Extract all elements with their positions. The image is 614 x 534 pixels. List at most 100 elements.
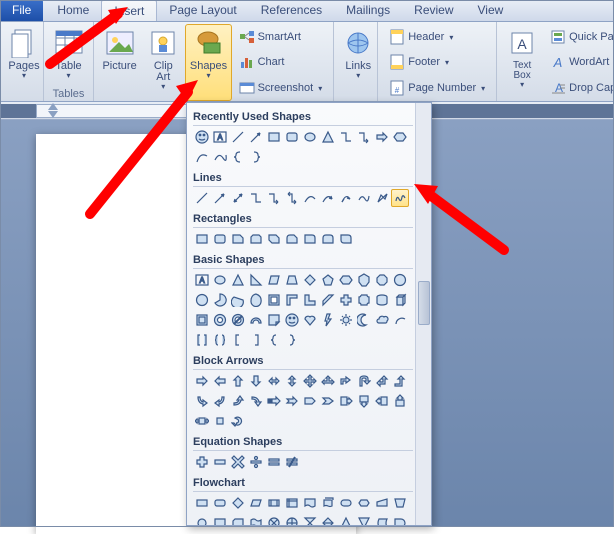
arrow-circular[interactable] bbox=[229, 412, 247, 430]
line-curved-arrow[interactable] bbox=[319, 189, 337, 207]
basic-block-arc[interactable] bbox=[247, 311, 265, 329]
basic-triangle[interactable] bbox=[229, 271, 247, 289]
shape-brace-left[interactable] bbox=[229, 148, 247, 166]
basic-arc[interactable] bbox=[391, 311, 409, 329]
eq-plus[interactable] bbox=[193, 453, 211, 471]
flow-decision[interactable] bbox=[229, 494, 247, 512]
line-curved-double-arrow[interactable] bbox=[337, 189, 355, 207]
rect-snip2-diag[interactable] bbox=[265, 230, 283, 248]
screenshot-button[interactable]: Screenshot bbox=[236, 78, 326, 98]
basic-l-shape[interactable] bbox=[301, 291, 319, 309]
arrow-right-callout[interactable] bbox=[337, 392, 355, 410]
shape-connector-elbow[interactable] bbox=[337, 128, 355, 146]
arrow-left-up[interactable] bbox=[373, 372, 391, 390]
rect-round2-same[interactable] bbox=[319, 230, 337, 248]
line-curved[interactable] bbox=[301, 189, 319, 207]
shape-brace-right[interactable] bbox=[247, 148, 265, 166]
basic-plus[interactable] bbox=[337, 291, 355, 309]
tab-page-layout[interactable]: Page Layout bbox=[157, 0, 248, 21]
basic-double-bracket[interactable] bbox=[193, 331, 211, 349]
tab-view[interactable]: View bbox=[466, 0, 516, 21]
basic-folded-corner[interactable] bbox=[265, 311, 283, 329]
shape-triangle[interactable] bbox=[319, 128, 337, 146]
flow-connector[interactable] bbox=[193, 514, 211, 526]
tab-references[interactable]: References bbox=[249, 0, 334, 21]
eq-multiply[interactable] bbox=[229, 453, 247, 471]
flow-delay[interactable] bbox=[391, 514, 409, 526]
shapes-scrollbar[interactable] bbox=[415, 103, 431, 525]
flow-manual-op[interactable] bbox=[391, 494, 409, 512]
line-elbow-double-arrow[interactable] bbox=[283, 189, 301, 207]
shape-line[interactable] bbox=[229, 128, 247, 146]
flow-offpage[interactable] bbox=[211, 514, 229, 526]
arrow-chevron[interactable] bbox=[319, 392, 337, 410]
pagenumber-button[interactable]: # Page Number bbox=[386, 78, 488, 98]
arrow-left-callout[interactable] bbox=[373, 392, 391, 410]
flow-merge[interactable] bbox=[355, 514, 373, 526]
rect-snip-round[interactable] bbox=[283, 230, 301, 248]
rect-rounded[interactable] bbox=[211, 230, 229, 248]
basic-parallelogram[interactable] bbox=[265, 271, 283, 289]
eq-minus[interactable] bbox=[211, 453, 229, 471]
basic-plaque[interactable] bbox=[355, 291, 373, 309]
basic-lightning[interactable] bbox=[319, 311, 337, 329]
line-double-arrow[interactable] bbox=[229, 189, 247, 207]
links-button[interactable]: Links bbox=[338, 24, 378, 101]
line-elbow-arrow[interactable] bbox=[265, 189, 283, 207]
basic-right-triangle[interactable] bbox=[247, 271, 265, 289]
quickparts-button[interactable]: Quick Parts bbox=[547, 27, 614, 47]
rect-plain[interactable] bbox=[193, 230, 211, 248]
arrow-quad-callout[interactable] bbox=[211, 412, 229, 430]
shape-connector-elbow-arrow[interactable] bbox=[355, 128, 373, 146]
rect-round2-diag[interactable] bbox=[337, 230, 355, 248]
basic-frame[interactable] bbox=[265, 291, 283, 309]
basic-pie[interactable] bbox=[211, 291, 229, 309]
eq-not-equal[interactable] bbox=[283, 453, 301, 471]
basic-teardrop[interactable] bbox=[247, 291, 265, 309]
basic-oval[interactable] bbox=[211, 271, 229, 289]
basic-pentagon[interactable] bbox=[319, 271, 337, 289]
flow-predef[interactable] bbox=[265, 494, 283, 512]
shape-rectangle[interactable] bbox=[265, 128, 283, 146]
flow-document[interactable] bbox=[301, 494, 319, 512]
flow-punched-tape[interactable] bbox=[247, 514, 265, 526]
basic-cube[interactable] bbox=[391, 291, 409, 309]
basic-hexagon[interactable] bbox=[337, 271, 355, 289]
shape-arrow-line[interactable] bbox=[247, 128, 265, 146]
arrow-curved-down[interactable] bbox=[247, 392, 265, 410]
arrow-curved-left[interactable] bbox=[211, 392, 229, 410]
arrow-curved-right[interactable] bbox=[193, 392, 211, 410]
basic-sun[interactable] bbox=[337, 311, 355, 329]
basic-no-symbol[interactable] bbox=[229, 311, 247, 329]
arrow-leftright-callout[interactable] bbox=[193, 412, 211, 430]
arrow-down[interactable] bbox=[247, 372, 265, 390]
basic-left-bracket[interactable] bbox=[229, 331, 247, 349]
shape-textbox[interactable]: A bbox=[211, 128, 229, 146]
shape-curve[interactable] bbox=[211, 148, 229, 166]
basic-heptagon[interactable] bbox=[355, 271, 373, 289]
basic-chord[interactable] bbox=[229, 291, 247, 309]
arrow-up[interactable] bbox=[229, 372, 247, 390]
arrow-right[interactable] bbox=[193, 372, 211, 390]
flow-sort[interactable] bbox=[319, 514, 337, 526]
flow-stored-data[interactable] bbox=[373, 514, 391, 526]
arrow-pentagon[interactable] bbox=[301, 392, 319, 410]
arrow-up-down[interactable] bbox=[283, 372, 301, 390]
basic-half-frame[interactable] bbox=[283, 291, 301, 309]
shapes-scroll-thumb[interactable] bbox=[418, 281, 430, 325]
flow-or[interactable] bbox=[283, 514, 301, 526]
arrow-bent-up[interactable] bbox=[391, 372, 409, 390]
flow-internal-storage[interactable] bbox=[283, 494, 301, 512]
line-arrow[interactable] bbox=[211, 189, 229, 207]
shape-hexagon[interactable] bbox=[391, 128, 409, 146]
arrow-bent[interactable] bbox=[337, 372, 355, 390]
chart-button[interactable]: Chart bbox=[236, 52, 326, 72]
wordart-button[interactable]: A WordArt bbox=[547, 52, 614, 72]
eq-equal[interactable] bbox=[265, 453, 283, 471]
line-elbow[interactable] bbox=[247, 189, 265, 207]
arrow-quad[interactable] bbox=[301, 372, 319, 390]
basic-left-brace[interactable] bbox=[265, 331, 283, 349]
basic-bevel[interactable] bbox=[193, 311, 211, 329]
arrow-left-right[interactable] bbox=[265, 372, 283, 390]
basic-right-brace[interactable] bbox=[283, 331, 301, 349]
